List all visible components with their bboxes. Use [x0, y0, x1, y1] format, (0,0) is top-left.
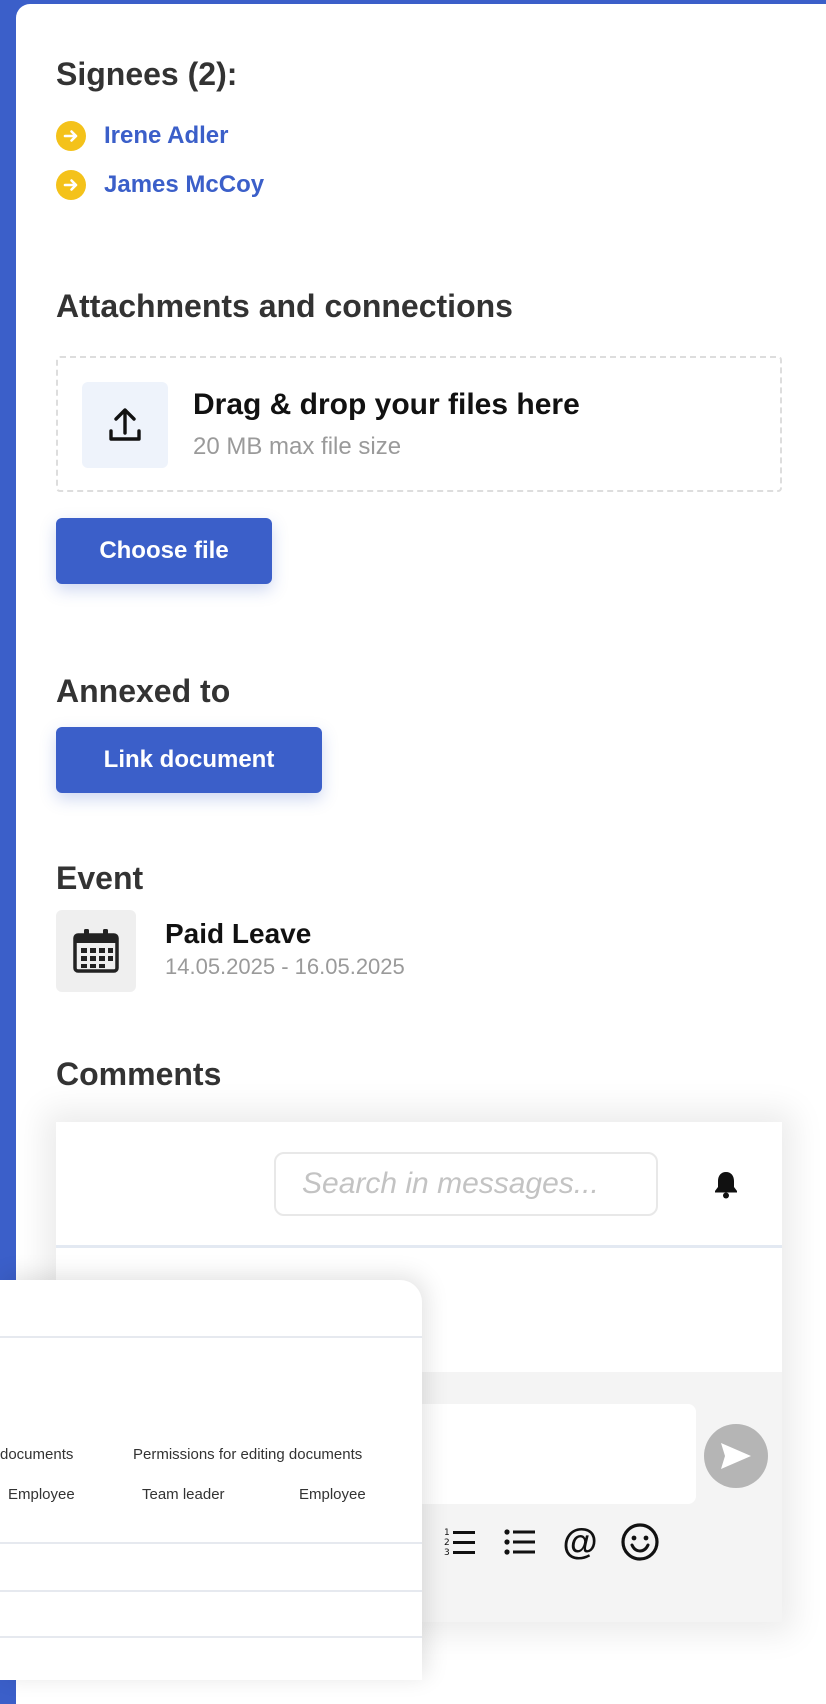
calendar-icon	[56, 910, 136, 992]
link-document-button[interactable]: Link document	[56, 727, 322, 793]
svg-text:3: 3	[444, 1548, 450, 1558]
bell-icon[interactable]	[710, 1168, 742, 1200]
dropzone-subtitle: 20 MB max file size	[193, 433, 402, 460]
divider	[0, 1590, 422, 1592]
column-header: documents	[0, 1446, 74, 1463]
signee-name: James McCoy	[104, 171, 265, 198]
attachments-heading: Attachments and connections	[56, 288, 513, 324]
dropzone-title: Drag & drop your files here	[193, 388, 580, 421]
event-heading: Event	[56, 860, 144, 896]
comment-input[interactable]	[406, 1404, 696, 1504]
comments-heading: Comments	[56, 1056, 222, 1092]
role-label: Employee	[299, 1486, 366, 1503]
signee-name: Irene Adler	[104, 122, 229, 149]
annexed-heading: Annexed to	[56, 673, 231, 709]
column-header: Permissions for editing documents	[133, 1446, 363, 1463]
emoji-icon[interactable]	[618, 1522, 662, 1562]
mention-icon[interactable]: @	[560, 1521, 600, 1562]
send-icon[interactable]	[704, 1424, 768, 1488]
svg-text:1: 1	[444, 1528, 450, 1538]
choose-file-button[interactable]: Choose file	[56, 518, 272, 584]
search-messages-input[interactable]	[274, 1152, 658, 1216]
divider	[0, 1542, 422, 1544]
upload-icon	[82, 382, 168, 468]
signees-heading: Signees (2):	[56, 56, 238, 92]
event-title: Paid Leave	[165, 918, 312, 949]
permissions-table-card: documents Permissions for editing docume…	[0, 1280, 422, 1680]
numbered-list-icon[interactable]: 1 2 3	[440, 1522, 480, 1562]
arrow-right-icon	[56, 170, 86, 200]
role-label: Employee	[8, 1486, 75, 1503]
svg-text:2: 2	[444, 1538, 450, 1548]
role-label: Team leader	[142, 1486, 225, 1503]
signee-item[interactable]: Irene Adler	[56, 121, 229, 151]
signee-item[interactable]: James McCoy	[56, 170, 264, 200]
divider	[0, 1336, 422, 1338]
comments-header	[56, 1122, 782, 1248]
bullet-list-icon[interactable]	[500, 1522, 540, 1562]
arrow-right-icon	[56, 121, 86, 151]
event-dates: 14.05.2025 - 16.05.2025	[165, 954, 405, 979]
file-dropzone[interactable]: Drag & drop your files here 20 MB max fi…	[56, 356, 782, 492]
divider	[0, 1636, 422, 1638]
